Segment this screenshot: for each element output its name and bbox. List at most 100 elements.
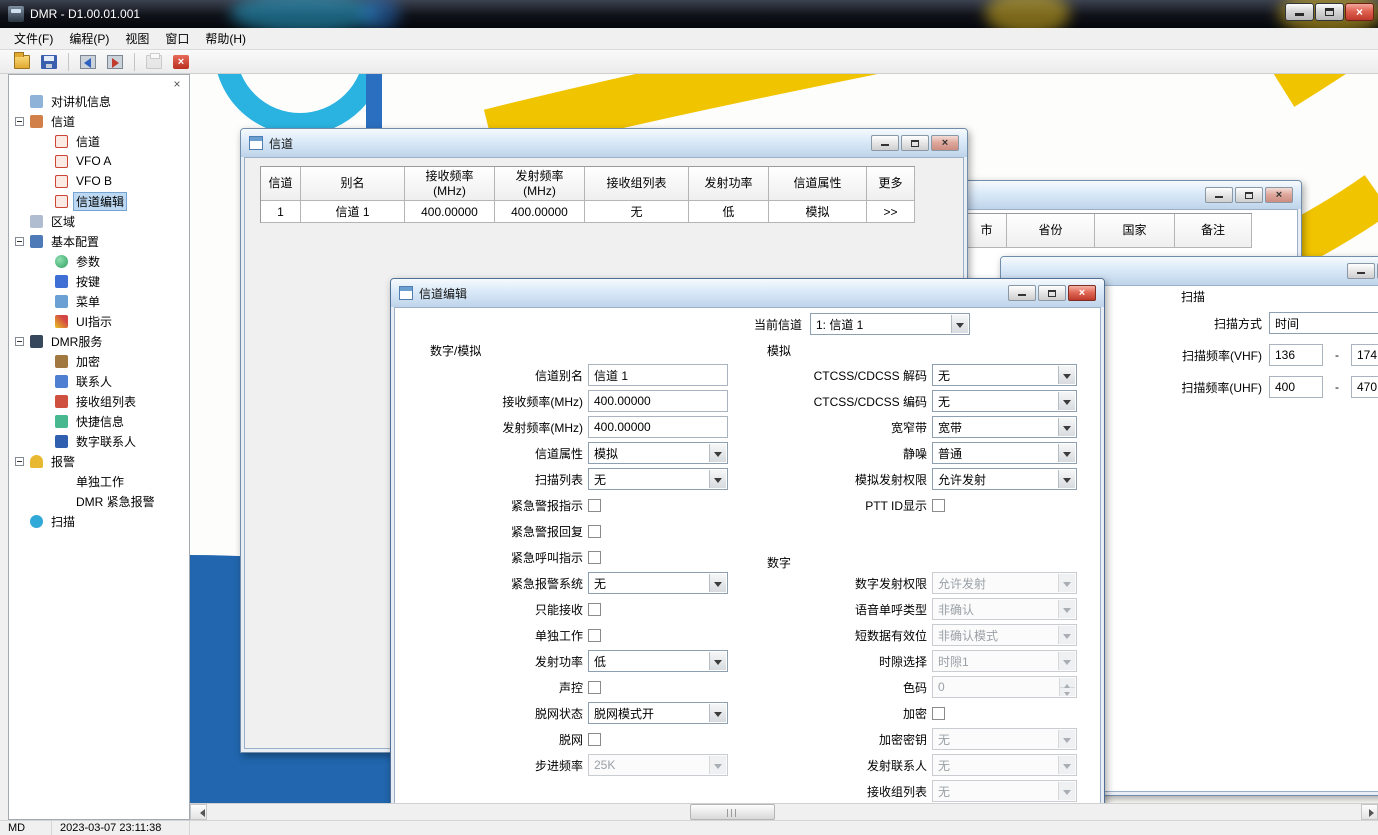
tx-frequency-input[interactable]: 400.00000 bbox=[588, 416, 728, 438]
encrypt-checkbox[interactable] bbox=[932, 707, 945, 720]
contacts-close-button[interactable]: × bbox=[1265, 187, 1293, 203]
scan-method-select[interactable]: 时间 bbox=[1269, 312, 1378, 334]
read-radio-icon bbox=[80, 55, 96, 69]
collapse-toggle-icon[interactable] bbox=[15, 117, 24, 126]
tree-item-digital-contacts[interactable]: 数字联系人 bbox=[11, 431, 188, 451]
tree-item-buttons[interactable]: 按键 bbox=[11, 271, 188, 291]
channel-close-button[interactable]: × bbox=[931, 135, 959, 151]
horizontal-scrollbar[interactable] bbox=[190, 803, 1378, 820]
menu-help[interactable]: 帮助(H) bbox=[197, 28, 254, 50]
tree-item-vfo-a[interactable]: VFO A bbox=[11, 151, 188, 171]
channel-type-select[interactable]: 模拟 bbox=[588, 442, 728, 464]
collapse-toggle-icon[interactable] bbox=[15, 457, 24, 466]
tree-item-zone[interactable]: 区域 bbox=[11, 211, 188, 231]
contacts-minimize-button[interactable] bbox=[1205, 187, 1233, 203]
tree-item-params[interactable]: 参数 bbox=[11, 251, 188, 271]
vox-checkbox[interactable] bbox=[588, 681, 601, 694]
read-radio-button[interactable] bbox=[76, 51, 100, 73]
bandwidth-select[interactable]: 宽带 bbox=[932, 416, 1077, 438]
program-radio-button[interactable] bbox=[169, 51, 193, 73]
rx-only-checkbox[interactable] bbox=[588, 603, 601, 616]
cell[interactable]: 信道 1 bbox=[301, 201, 405, 223]
chevron-down-icon bbox=[709, 704, 726, 722]
channel-minimize-button[interactable] bbox=[871, 135, 899, 151]
talkaround-checkbox[interactable] bbox=[588, 733, 601, 746]
ptt-id-display-checkbox[interactable] bbox=[932, 499, 945, 512]
analog-tx-permit-select[interactable]: 允许发射 bbox=[932, 468, 1077, 490]
app-icon bbox=[8, 6, 24, 22]
sidebar-close-icon[interactable]: × bbox=[170, 78, 184, 92]
tree-item-rx-group-list[interactable]: 接收组列表 bbox=[11, 391, 188, 411]
tree-item-encrypt[interactable]: 加密 bbox=[11, 351, 188, 371]
tree-item-channel-group[interactable]: 信道 bbox=[11, 111, 188, 131]
tree-item-vfo-b[interactable]: VFO B bbox=[11, 171, 188, 191]
write-radio-button[interactable] bbox=[103, 51, 127, 73]
scroll-thumb[interactable] bbox=[690, 804, 775, 820]
emergency-alarm-indication-checkbox[interactable] bbox=[588, 499, 601, 512]
cell[interactable]: 低 bbox=[689, 201, 769, 223]
tree-item-scan[interactable]: 扫描 bbox=[11, 511, 188, 531]
digital-fields: 数字发射权限允许发射语音单呼类型非确认短数据有效位非确认模式时隙选择时隙1色码0… bbox=[745, 570, 1077, 804]
tree-item-channel[interactable]: 信道 bbox=[11, 131, 188, 151]
open-folder-button[interactable] bbox=[10, 51, 34, 73]
cell[interactable]: 400.00000 bbox=[495, 201, 585, 223]
ctcss-decode-select[interactable]: 无 bbox=[932, 364, 1077, 386]
menu-window[interactable]: 窗口 bbox=[157, 28, 197, 50]
column-header: 国家 bbox=[1095, 214, 1175, 248]
cell[interactable]: >> bbox=[867, 201, 915, 223]
channel-maximize-button[interactable] bbox=[901, 135, 929, 151]
tree-item-basic-config[interactable]: 基本配置 bbox=[11, 231, 188, 251]
menu-view[interactable]: 视图 bbox=[117, 28, 157, 50]
close-button[interactable]: × bbox=[1345, 3, 1374, 21]
collapse-toggle-icon[interactable] bbox=[15, 337, 24, 346]
menu-program[interactable]: 编程(P) bbox=[61, 28, 117, 50]
emergency-call-indication-checkbox[interactable] bbox=[588, 551, 601, 564]
rx-only-label: 只能接收 bbox=[395, 601, 583, 618]
collapse-toggle-icon[interactable] bbox=[15, 237, 24, 246]
cell[interactable]: 无 bbox=[585, 201, 689, 223]
scan-uhf-to-input[interactable]: 470 bbox=[1351, 376, 1378, 398]
title-bar[interactable]: DMR - D1.00.01.001 × bbox=[0, 0, 1378, 28]
minimize-button[interactable] bbox=[1285, 3, 1314, 21]
contacts-maximize-button[interactable] bbox=[1235, 187, 1263, 203]
tree-item-ui-indication[interactable]: UI指示 bbox=[11, 311, 188, 331]
squelch-select[interactable]: 普通 bbox=[932, 442, 1077, 464]
edit-close-button[interactable]: × bbox=[1068, 285, 1096, 301]
cell[interactable]: 1 bbox=[261, 201, 301, 223]
menu-file[interactable]: 文件(F) bbox=[6, 28, 61, 50]
cell[interactable]: 模拟 bbox=[769, 201, 867, 223]
talkaround-state-select[interactable]: 脱网模式开 bbox=[588, 702, 728, 724]
scan-list-select[interactable]: 无 bbox=[588, 468, 728, 490]
tx-power-select[interactable]: 低 bbox=[588, 650, 728, 672]
current-channel-select[interactable]: 1: 信道 1 bbox=[810, 313, 970, 335]
channel-alias-input[interactable]: 信道 1 bbox=[588, 364, 728, 386]
scroll-left-arrow[interactable] bbox=[190, 804, 207, 820]
edit-maximize-button[interactable] bbox=[1038, 285, 1066, 301]
tree-item-quick-message[interactable]: 快捷信息 bbox=[11, 411, 188, 431]
maximize-button[interactable] bbox=[1315, 3, 1344, 21]
tree-item-dmr-service[interactable]: DMR服务 bbox=[11, 331, 188, 351]
tree-item-alarm[interactable]: 报警 bbox=[11, 451, 188, 471]
tree-item-channel-edit[interactable]: 信道编辑 bbox=[11, 191, 188, 211]
scan-uhf-from-input[interactable]: 400 bbox=[1269, 376, 1323, 398]
tree-item-lone-work[interactable]: 单独工作 bbox=[11, 471, 188, 491]
tree-item-menu[interactable]: 菜单 bbox=[11, 291, 188, 311]
scan-vhf-to-input[interactable]: 174 bbox=[1351, 344, 1378, 366]
ctcss-encode-select[interactable]: 无 bbox=[932, 390, 1077, 412]
cell[interactable]: 400.00000 bbox=[405, 201, 495, 223]
tree-item-dmr-emergency[interactable]: DMR 紧急报警 bbox=[11, 491, 188, 511]
channel-window-titlebar[interactable]: 信道 × bbox=[241, 129, 967, 157]
emergency-alarm-ack-checkbox[interactable] bbox=[588, 525, 601, 538]
emergency-system-select[interactable]: 无 bbox=[588, 572, 728, 594]
field-rx-frequency-row: 接收频率(MHz)400.00000 bbox=[395, 388, 728, 414]
tree-item-radio-info[interactable]: 对讲机信息 bbox=[11, 91, 188, 111]
scan-vhf-from-input[interactable]: 136 bbox=[1269, 344, 1323, 366]
lone-worker-checkbox[interactable] bbox=[588, 629, 601, 642]
scroll-right-arrow[interactable] bbox=[1361, 804, 1378, 820]
scan-minimize-button[interactable] bbox=[1347, 263, 1375, 279]
rx-frequency-input[interactable]: 400.00000 bbox=[588, 390, 728, 412]
edit-minimize-button[interactable] bbox=[1008, 285, 1036, 301]
edit-window-titlebar[interactable]: 信道编辑 × bbox=[391, 279, 1104, 307]
tree-item-contacts[interactable]: 联系人 bbox=[11, 371, 188, 391]
save-button[interactable] bbox=[37, 51, 61, 73]
